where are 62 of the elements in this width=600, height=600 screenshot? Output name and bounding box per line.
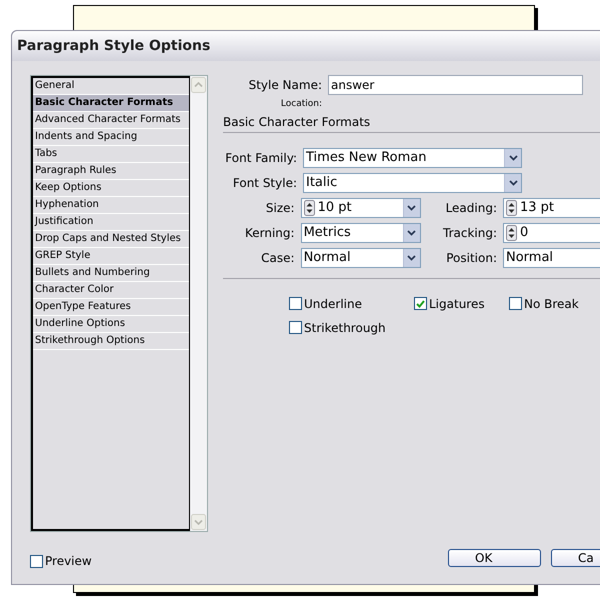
caret-icon [407, 204, 416, 210]
checkbox-label: Ligatures [429, 296, 485, 312]
dropdown-button[interactable] [504, 174, 521, 192]
location-label: Location: [280, 98, 323, 111]
field-label: Position: [445, 250, 498, 266]
dropdown-field[interactable]: Italic [303, 172, 522, 192]
checkbox-label: Preview [45, 553, 92, 570]
caret-icon [407, 254, 416, 260]
category-item[interactable]: Character Color [33, 282, 189, 299]
field-label: Font Family: [224, 150, 298, 166]
field-label: Font Style: [232, 174, 298, 192]
dropdown-field[interactable]: 10 pt [300, 198, 421, 218]
category-item[interactable]: Justification [33, 214, 189, 231]
input-field[interactable]: Normal [503, 248, 600, 268]
dropdown-button[interactable] [402, 248, 420, 266]
style-name-field[interactable]: answer [328, 75, 583, 95]
dialog-button[interactable]: Ca [551, 549, 600, 567]
category-item[interactable]: Paragraph Rules [33, 163, 189, 180]
dropdown-button[interactable] [402, 198, 420, 216]
field-label: Case: [260, 250, 296, 266]
checkbox[interactable] [30, 554, 43, 568]
category-item[interactable]: Tabs [33, 146, 189, 163]
category-item[interactable]: GREP Style [33, 248, 189, 265]
checkbox[interactable] [509, 297, 522, 310]
caret-icon [407, 230, 416, 236]
dropdown-button[interactable] [402, 224, 420, 242]
checkbox[interactable] [414, 297, 427, 310]
dropdown-field[interactable]: Normal [300, 248, 421, 268]
section-title: Basic Character Formats [223, 112, 600, 132]
category-item[interactable]: Drop Caps and Nested Styles [33, 231, 189, 248]
field-label: Size: [264, 200, 296, 216]
dropdown-field[interactable]: Metrics [300, 222, 421, 242]
checkmark-icon [416, 300, 425, 308]
spinner-icon[interactable] [506, 224, 517, 240]
checkbox[interactable] [289, 297, 302, 310]
category-item[interactable]: Strikethrough Options [33, 333, 189, 350]
dialog-button[interactable]: OK [448, 549, 541, 567]
category-item[interactable]: Indents and Spacing [33, 129, 189, 146]
category-item[interactable]: Hyphenation [33, 197, 189, 214]
input-field[interactable]: 13 pt [503, 198, 600, 218]
dropdown-field[interactable]: Times New Roman [303, 148, 522, 168]
category-item[interactable]: OpenType Features [33, 299, 189, 316]
category-item[interactable]: Keep Options [33, 180, 189, 197]
checkbox-label: No Break [524, 296, 579, 312]
field-label: Style Name: [248, 77, 323, 94]
dropdown-button[interactable] [504, 148, 521, 166]
input-field[interactable]: 0 [503, 222, 600, 242]
field-label: Leading: [444, 200, 498, 216]
checkbox[interactable] [289, 321, 302, 334]
field-label: Kerning: [244, 224, 296, 242]
category-item[interactable]: Basic Character Formats [33, 95, 189, 112]
caret-icon [508, 180, 518, 186]
category-item[interactable]: Bullets and Numbering [33, 265, 189, 282]
category-item[interactable]: Underline Options [33, 316, 189, 333]
field-label: Tracking: [442, 224, 498, 242]
category-item[interactable]: Advanced Character Formats [33, 112, 189, 129]
caret-icon [508, 154, 518, 160]
spinner-icon[interactable] [304, 200, 315, 216]
window-title: Paragraph Style Options [17, 36, 210, 56]
checkbox-label: Strikethrough [304, 320, 386, 336]
checkbox-label: Underline [304, 296, 362, 312]
spinner-icon[interactable] [506, 200, 517, 216]
